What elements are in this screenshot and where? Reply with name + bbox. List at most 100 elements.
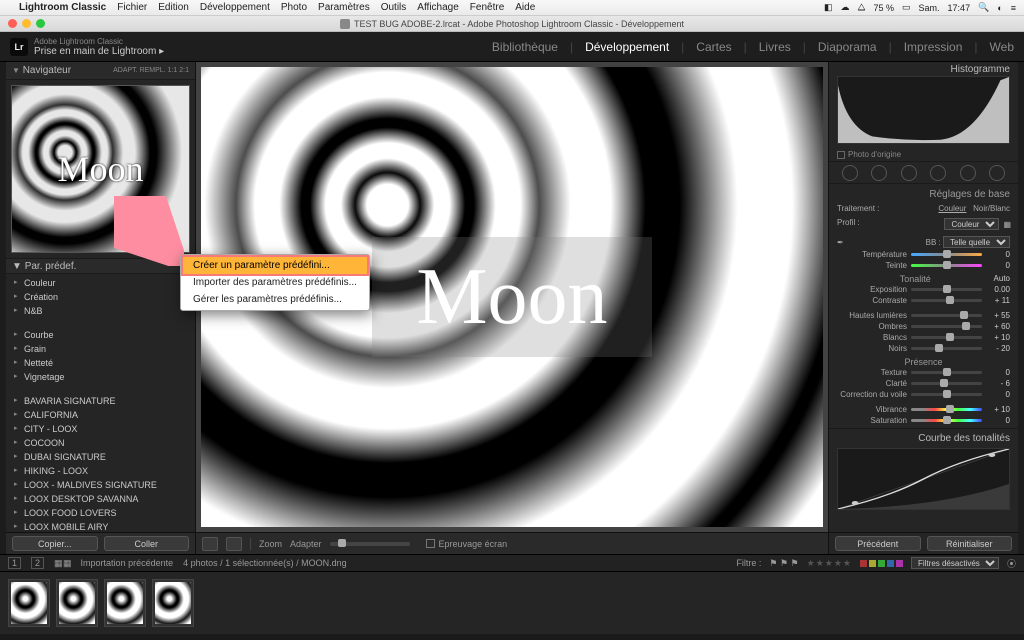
menu-develop[interactable]: Développement <box>200 2 270 13</box>
navigator-modes[interactable]: ADAPT. REMPL. 1:1 2:1 <box>113 67 189 74</box>
before-after-icon[interactable] <box>226 537 242 551</box>
module-développement[interactable]: Développement <box>585 40 669 54</box>
gradient-tool-icon[interactable] <box>930 165 946 181</box>
presets-header[interactable]: ▼ Par. prédef. + <box>6 258 195 274</box>
preset-folder[interactable]: CITY - LOOX <box>6 422 195 436</box>
tone-curve-title[interactable]: Courbe des tonalités <box>837 433 1010 444</box>
preset-folder[interactable]: Netteté <box>6 356 195 370</box>
previous-button[interactable]: Précédent <box>835 536 921 551</box>
zoom-icon[interactable] <box>36 19 45 28</box>
module-bibliothèque[interactable]: Bibliothèque <box>492 40 558 54</box>
menu-photo[interactable]: Photo <box>281 2 307 13</box>
menu-settings[interactable]: Paramètres <box>318 2 370 13</box>
cloud-icon[interactable]: ☁ <box>840 2 849 13</box>
preset-folder[interactable]: LOOX DESKTOP SAVANNA <box>6 492 195 506</box>
tone-curve-graph[interactable] <box>837 448 1010 510</box>
auto-button[interactable]: Auto <box>994 274 1010 283</box>
ctx-item-2[interactable]: Gérer les paramètres prédéfinis... <box>181 291 369 308</box>
filter-lock-icon[interactable]: ⦿ <box>1007 557 1016 570</box>
wb-select[interactable]: Telle quelle <box>943 236 1010 248</box>
preset-folder[interactable]: Création <box>6 290 195 304</box>
slider-texture[interactable]: Texture0 <box>837 367 1010 378</box>
slider-hautes-lumières[interactable]: Hautes lumières+ 55 <box>837 310 1010 321</box>
eyedropper-icon[interactable]: ✒ <box>837 238 844 247</box>
loupe-view-icon[interactable] <box>202 537 218 551</box>
search-icon[interactable]: 🔍 <box>978 2 989 13</box>
close-icon[interactable] <box>8 19 17 28</box>
nav-second-icon[interactable]: 2 <box>31 557 44 569</box>
preset-folder[interactable]: Courbe <box>6 328 195 342</box>
redeye-tool-icon[interactable] <box>901 165 917 181</box>
filmstrip-thumb[interactable] <box>152 579 194 627</box>
notif-icon[interactable]: ≡ <box>1011 3 1016 13</box>
filmstrip-thumb[interactable] <box>8 579 50 627</box>
navigator-preview[interactable]: Moon <box>11 85 190 253</box>
app-name[interactable]: Lightroom Classic <box>19 2 106 13</box>
preset-folder[interactable]: LOOX - MALDIVES SIGNATURE <box>6 478 195 492</box>
softproof-check[interactable]: Epreuvage écran <box>426 539 508 549</box>
grid-view-icon[interactable]: ▦ ▦ <box>54 558 71 569</box>
slider-vibrance[interactable]: Vibrance+ 10 <box>837 404 1010 415</box>
color-filter[interactable] <box>860 560 903 567</box>
profile-select[interactable]: Couleur <box>944 218 999 230</box>
preset-folder[interactable]: LOOX FOOD LOVERS <box>6 506 195 520</box>
treatment-color[interactable]: Couleur <box>938 204 966 213</box>
slider-saturation[interactable]: Saturation0 <box>837 415 1010 426</box>
photo-origin-row[interactable]: Photo d'origine <box>829 148 1018 162</box>
preset-folder[interactable]: Grain <box>6 342 195 356</box>
nav-first-icon[interactable]: 1 <box>8 557 21 569</box>
slider-correction-du-voile[interactable]: Correction du voile0 <box>837 389 1010 400</box>
right-edge[interactable] <box>1018 62 1024 554</box>
menu-edit[interactable]: Edition <box>158 2 189 13</box>
slider-exposition[interactable]: Exposition0.00 <box>837 284 1010 295</box>
copy-button[interactable]: Copier... <box>12 536 98 551</box>
basic-title[interactable]: Réglages de base <box>837 186 1010 203</box>
module-web[interactable]: Web <box>990 40 1014 54</box>
navigator-header[interactable]: ▼ Navigateur ADAPT. REMPL. 1:1 2:1 <box>6 62 195 80</box>
preset-folder[interactable]: BAVARIA SIGNATURE <box>6 394 195 408</box>
import-label[interactable]: Importation précédente <box>81 558 174 568</box>
menu-help[interactable]: Aide <box>515 2 535 13</box>
preset-folder[interactable]: Couleur <box>6 276 195 290</box>
preset-folder[interactable]: DUBAI SIGNATURE <box>6 450 195 464</box>
module-cartes[interactable]: Cartes <box>696 40 731 54</box>
presets-groups[interactable]: CouleurCréationN&B CourbeGrainNettetéVig… <box>6 274 195 532</box>
module-impression[interactable]: Impression <box>904 40 963 54</box>
filters-off-select[interactable]: Filtres désactivés <box>911 557 999 569</box>
module-diaporama[interactable]: Diaporama <box>818 40 877 54</box>
zoom-slider-thumb[interactable] <box>338 539 346 547</box>
preset-folder[interactable]: HIKING - LOOX <box>6 464 195 478</box>
menu-file[interactable]: Fichier <box>117 2 147 13</box>
radial-tool-icon[interactable] <box>960 165 976 181</box>
getstarted-link[interactable]: Prise en main de Lightroom ▸ <box>34 46 164 57</box>
slider-noirs[interactable]: Noirs- 20 <box>837 343 1010 354</box>
spot-tool-icon[interactable] <box>871 165 887 181</box>
filmstrip[interactable] <box>0 572 1024 634</box>
minimize-icon[interactable] <box>22 19 31 28</box>
menu-view[interactable]: Affichage <box>417 2 459 13</box>
crop-tool-icon[interactable] <box>842 165 858 181</box>
slider-contraste[interactable]: Contraste+ 11 <box>837 295 1010 306</box>
slider-blancs[interactable]: Blancs+ 10 <box>837 332 1010 343</box>
rating-filter[interactable]: ★★★★★ <box>807 558 852 569</box>
preset-folder[interactable]: N&B <box>6 304 195 318</box>
profile-grid-icon[interactable]: ▦ <box>1003 220 1010 229</box>
preset-folder[interactable]: CALIFORNIA <box>6 408 195 422</box>
siri-icon[interactable]: ◐ <box>997 3 1002 13</box>
status-icon[interactable]: ◧ <box>824 2 833 13</box>
traffic-lights[interactable] <box>8 19 45 28</box>
ctx-item-1[interactable]: Importer des paramètres prédéfinis... <box>181 274 369 291</box>
reset-button[interactable]: Réinitialiser <box>927 536 1013 551</box>
histogram-graph[interactable] <box>837 76 1010 144</box>
menu-window[interactable]: Fenêtre <box>470 2 504 13</box>
wifi-icon[interactable]: ⧋ <box>857 2 865 13</box>
treatment-bw[interactable]: Noir/Blanc <box>973 204 1010 213</box>
paste-button[interactable]: Coller <box>104 536 190 551</box>
flag-filter-icon[interactable]: ⚑ ⚑ ⚑ <box>769 558 798 569</box>
slider-clarté[interactable]: Clarté- 6 <box>837 378 1010 389</box>
filmstrip-thumb[interactable] <box>104 579 146 627</box>
module-livres[interactable]: Livres <box>759 40 791 54</box>
adapter-label[interactable]: Adapter <box>290 539 322 549</box>
slider-ombres[interactable]: Ombres+ 60 <box>837 321 1010 332</box>
slider-teinte[interactable]: Teinte0 <box>837 260 1010 271</box>
